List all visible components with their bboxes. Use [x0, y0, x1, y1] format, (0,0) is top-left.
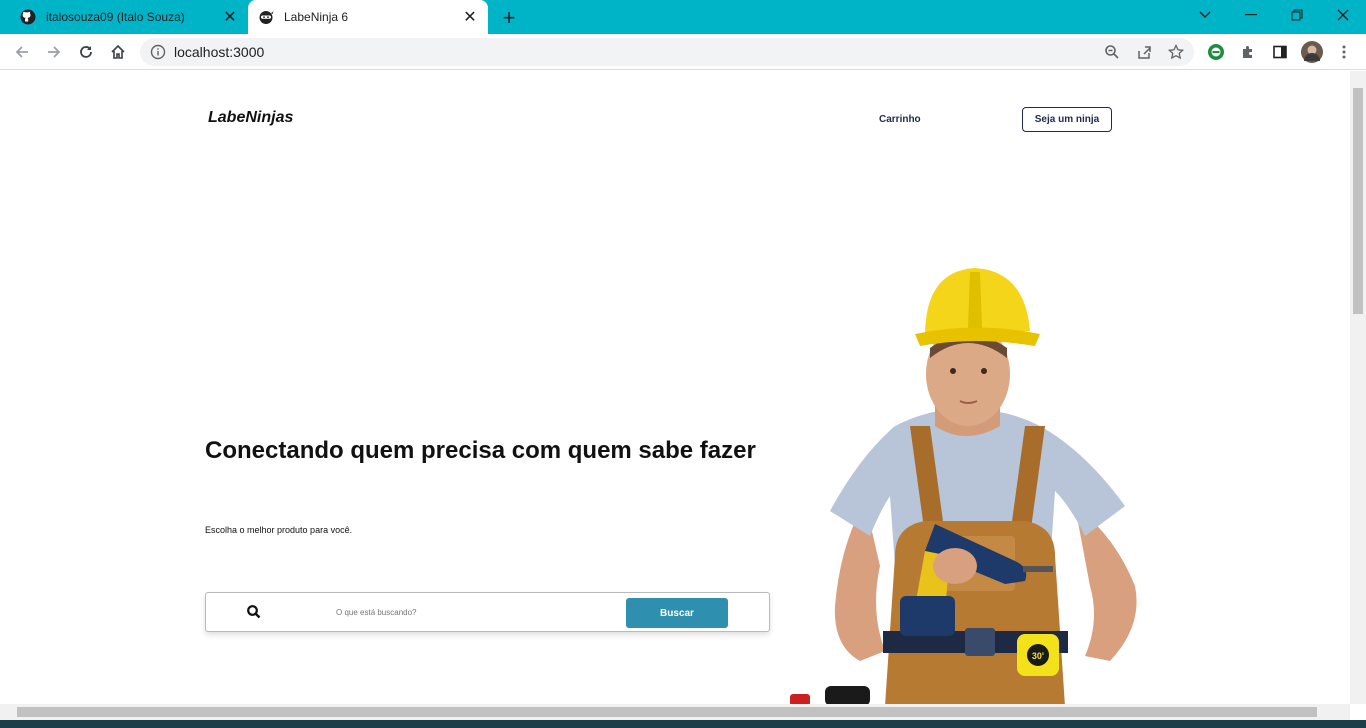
hero-subline: Escolha o melhor produto para você. — [205, 525, 353, 535]
horizontal-scrollbar[interactable] — [0, 704, 1350, 720]
address-bar[interactable]: localhost:3000 — [140, 38, 1194, 66]
tab-labeninja[interactable]: LabeNinja 6 ✕ — [248, 0, 488, 34]
search-input[interactable] — [336, 603, 596, 621]
bookmark-star-icon[interactable] — [1162, 38, 1190, 66]
reload-icon[interactable] — [72, 38, 100, 66]
site-logo[interactable]: LabeNinjas — [208, 109, 293, 127]
be-ninja-button[interactable]: Seja um ninja — [1022, 107, 1112, 132]
scroll-thumb[interactable] — [1353, 88, 1363, 314]
side-panel-icon[interactable] — [1266, 38, 1294, 66]
svg-text:30': 30' — [1032, 651, 1044, 661]
browser-toolbar: localhost:3000 — [0, 34, 1366, 70]
close-tab-icon[interactable]: ✕ — [460, 7, 480, 27]
vertical-scrollbar[interactable] — [1350, 71, 1366, 704]
search-icon — [246, 604, 262, 620]
cart-link[interactable]: Carrinho — [879, 114, 921, 125]
url-text: localhost:3000 — [174, 44, 265, 60]
browser-menu-icon[interactable] — [1330, 38, 1358, 66]
share-icon[interactable] — [1130, 38, 1158, 66]
close-tab-icon[interactable]: ✕ — [220, 7, 240, 27]
search-button[interactable]: Buscar — [626, 598, 728, 628]
page-viewport: LabeNinjas Carrinho Seja um ninja Conect… — [0, 71, 1350, 704]
tab-search-icon[interactable] — [1182, 0, 1228, 30]
extension-shield-icon[interactable] — [1202, 38, 1230, 66]
tab-title: italosouza09 (Italo Souza) — [46, 10, 185, 24]
forward-icon[interactable] — [40, 38, 68, 66]
github-icon — [20, 9, 36, 25]
scroll-thumb[interactable] — [17, 707, 1317, 717]
zoom-icon[interactable] — [1098, 38, 1126, 66]
home-icon[interactable] — [104, 38, 132, 66]
worker-illustration: 30' — [790, 268, 1137, 704]
back-icon[interactable] — [8, 38, 36, 66]
ninja-icon — [258, 9, 274, 25]
tab-github[interactable]: italosouza09 (Italo Souza) ✕ — [8, 0, 248, 34]
close-window-icon[interactable] — [1320, 0, 1366, 30]
profile-avatar[interactable] — [1298, 38, 1326, 66]
os-taskbar — [0, 720, 1366, 728]
tab-title: LabeNinja 6 — [284, 10, 349, 24]
restore-icon[interactable] — [1274, 0, 1320, 30]
browser-tab-strip: italosouza09 (Italo Souza) ✕ LabeNinja 6… — [0, 0, 1366, 34]
extensions-puzzle-icon[interactable] — [1234, 38, 1262, 66]
site-info-icon[interactable] — [150, 44, 166, 60]
new-tab-icon[interactable]: + — [496, 5, 522, 31]
hero-headline: Conectando quem precisa com quem sabe fa… — [205, 437, 756, 464]
minimize-icon[interactable] — [1228, 0, 1274, 30]
search-bar: Buscar — [205, 592, 770, 632]
